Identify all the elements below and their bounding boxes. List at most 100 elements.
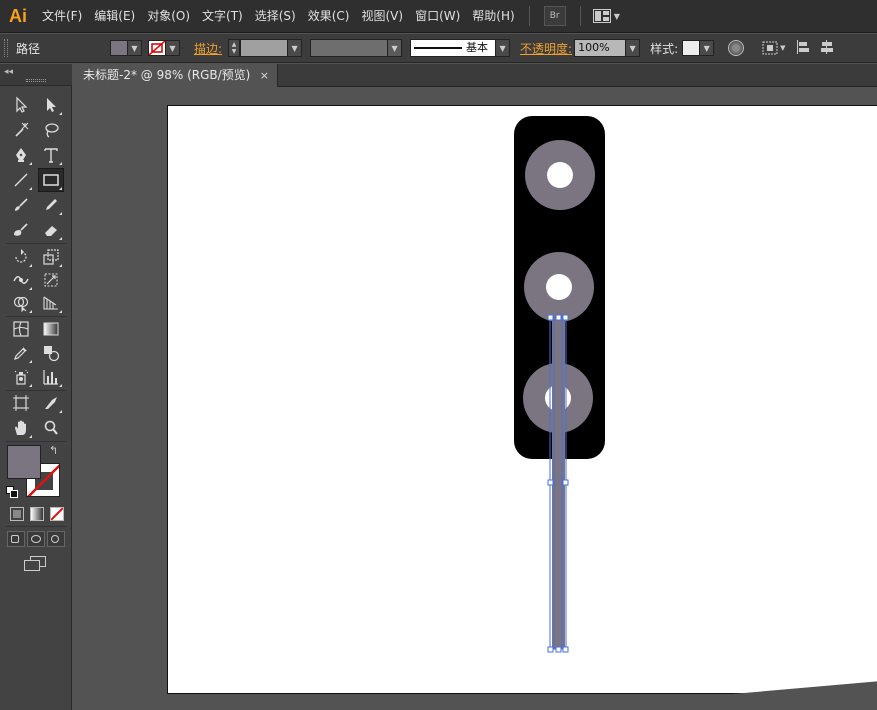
variable-width-profile[interactable]: ▼ (310, 39, 403, 57)
rectangle-tool[interactable] (38, 168, 64, 192)
screen-mode-icon[interactable] (24, 556, 48, 572)
free-transform-tool[interactable] (39, 269, 63, 291)
menu-separator (579, 6, 581, 26)
selection-arrow-icon (16, 96, 28, 113)
warp-tool[interactable] (9, 269, 33, 291)
menu-view[interactable]: 视图(V) (355, 0, 409, 33)
tool-flyout-indicator (29, 435, 32, 438)
zoom-tool[interactable] (39, 417, 63, 439)
light-hole-middle[interactable] (546, 274, 572, 300)
brush-field[interactable]: 基本 (410, 39, 497, 57)
stepper-arrows-icon: ▲ ▼ (228, 39, 241, 57)
panel-grip[interactable] (4, 39, 8, 57)
artwork (514, 116, 605, 653)
default-fill-stroke-icon[interactable] (6, 486, 18, 498)
perspective-grid-tool[interactable] (39, 292, 63, 314)
stroke-label[interactable]: 描边: (194, 40, 222, 57)
mesh-tool[interactable] (9, 318, 33, 340)
lasso-tool[interactable] (39, 119, 63, 141)
tool-flyout-indicator (29, 162, 32, 165)
mesh-icon (13, 321, 29, 337)
brush-definition[interactable]: 基本 ▼ (410, 39, 511, 57)
control-bar: 路径 ▼ ▼ 描边: ▲ ▼ ▼ ▼ 基本 ▼ 不透明度: 100% ▼ 样式:… (0, 34, 877, 63)
artboard-tool[interactable] (9, 392, 33, 414)
close-icon[interactable]: × (260, 64, 269, 87)
direct-selection-tool[interactable] (39, 94, 63, 116)
opacity-field[interactable]: 100% (574, 39, 627, 57)
blob-brush-tool[interactable] (9, 219, 33, 241)
workspace-switcher[interactable]: ▼ (592, 9, 620, 23)
recolor-artwork-icon[interactable] (728, 40, 745, 56)
magic-wand-icon (15, 122, 29, 137)
lasso-icon (45, 123, 59, 138)
column-graph-tool[interactable] (39, 366, 63, 388)
opacity-control[interactable]: 100% ▼ (574, 39, 641, 57)
align-options-icon[interactable]: ▼ (762, 41, 786, 55)
line-icon (14, 173, 28, 187)
canvas-area[interactable] (74, 88, 877, 710)
collapse-panel-icon[interactable]: ◂◂ (4, 67, 13, 77)
align-left-icon[interactable] (796, 39, 810, 57)
symbol-sprayer-tool[interactable] (9, 366, 33, 388)
type-tool[interactable] (39, 144, 63, 166)
blend-tool[interactable] (39, 342, 63, 364)
hand-tool[interactable] (9, 417, 33, 439)
style-label: 样式: (650, 41, 679, 56)
fill-swatch-large[interactable] (7, 445, 41, 479)
color-mode-gradient[interactable] (30, 507, 44, 521)
variable-width-field[interactable] (310, 39, 389, 57)
panel-grip[interactable] (26, 79, 46, 82)
menu-window[interactable]: 窗口(W) (409, 0, 466, 33)
draw-normal-icon[interactable] (7, 531, 25, 547)
pencil-tool[interactable] (39, 194, 63, 216)
paintbrush-tool[interactable] (9, 194, 33, 216)
menu-file[interactable]: 文件(F) (36, 0, 88, 33)
tool-flyout-indicator (59, 187, 62, 190)
shape-builder-icon (13, 296, 29, 312)
direct-selection-arrow-icon (47, 98, 56, 112)
graphic-style-picker[interactable]: ▼ (682, 40, 715, 56)
draw-inside-icon[interactable] (47, 531, 65, 547)
selection-tool[interactable] (9, 94, 33, 116)
chevron-down-icon: ▼ (626, 39, 641, 57)
magic-wand-tool[interactable] (9, 119, 33, 141)
rotate-icon (15, 249, 27, 263)
gradient-tool[interactable] (39, 318, 63, 340)
tool-group-divider (6, 390, 66, 391)
color-mode-color[interactable] (10, 507, 24, 521)
stroke-weight-stepper[interactable]: ▲ ▼ ▼ (228, 39, 303, 57)
menu-effect[interactable]: 效果(C) (302, 0, 356, 33)
color-mode-none[interactable] (50, 507, 64, 521)
menu-edit[interactable]: 编辑(E) (88, 0, 141, 33)
fill-swatch (110, 40, 128, 56)
pen-tool[interactable] (9, 144, 33, 166)
line-segment-tool[interactable] (9, 169, 33, 191)
tool-flyout-indicator (59, 410, 62, 413)
zoom-magnifier-icon (44, 420, 58, 435)
menu-type[interactable]: 文字(T) (196, 0, 249, 33)
fill-color-picker[interactable]: ▼ (110, 40, 142, 56)
free-transform-icon (44, 273, 58, 287)
opacity-label[interactable]: 不透明度: (520, 40, 572, 57)
slice-tool[interactable] (39, 392, 63, 414)
slice-knife-icon (45, 397, 57, 409)
menu-object[interactable]: 对象(O) (141, 0, 196, 33)
eraser-tool[interactable] (39, 219, 63, 241)
document-tab[interactable]: 未标题-2* @ 98% (RGB/预览) × (74, 64, 278, 87)
stroke-none-swatch (148, 40, 166, 56)
rotate-tool[interactable] (9, 246, 33, 268)
light-hole-top[interactable] (547, 162, 573, 188)
scale-tool[interactable] (39, 246, 63, 268)
swap-fill-stroke-icon[interactable]: ↰ (49, 444, 58, 457)
artboard[interactable] (167, 105, 877, 694)
menu-select[interactable]: 选择(S) (249, 0, 302, 33)
draw-behind-icon[interactable] (27, 531, 45, 547)
bridge-button[interactable]: Br (543, 6, 566, 26)
menu-help[interactable]: 帮助(H) (466, 0, 520, 33)
selection-type-label: 路径 (16, 41, 41, 56)
stroke-color-picker[interactable]: ▼ (148, 40, 180, 56)
shape-builder-tool[interactable] (9, 292, 33, 314)
align-center-icon[interactable] (820, 39, 834, 57)
eyedropper-tool[interactable] (9, 342, 33, 364)
stroke-weight-field[interactable] (240, 39, 289, 57)
